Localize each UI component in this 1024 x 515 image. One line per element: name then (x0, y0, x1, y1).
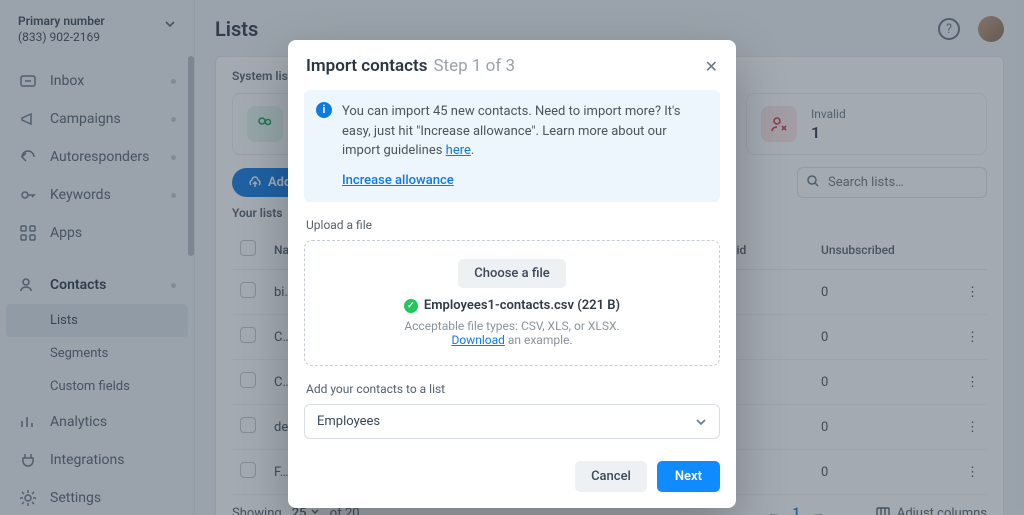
info-banner: i You can import 45 new contacts. Need t… (304, 90, 720, 202)
chevron-down-icon (695, 416, 707, 428)
info-icon: i (316, 102, 332, 118)
add-to-list-label: Add your contacts to a list (306, 382, 718, 396)
close-icon[interactable]: ✕ (705, 57, 718, 76)
import-contacts-modal: Import contactsStep 1 of 3 ✕ i You can i… (288, 40, 736, 508)
info-here-link[interactable]: here (446, 143, 471, 158)
modal-backdrop[interactable]: Import contactsStep 1 of 3 ✕ i You can i… (0, 0, 1024, 515)
next-button[interactable]: Next (657, 461, 720, 492)
selected-list: Employees (317, 414, 380, 429)
modal-step: Step 1 of 3 (433, 56, 515, 76)
upload-dropzone[interactable]: Choose a file ✓ Employees1-contacts.csv … (304, 240, 720, 366)
cancel-button[interactable]: Cancel (575, 461, 647, 492)
uploaded-file-name: Employees1-contacts.csv (221 B) (424, 298, 620, 313)
file-hint: Acceptable file types: CSV, XLS, or XLSX… (317, 319, 707, 347)
choose-file-button[interactable]: Choose a file (458, 259, 565, 288)
upload-label: Upload a file (306, 218, 718, 232)
list-select[interactable]: Employees (304, 404, 720, 439)
info-text: You can import 45 new contacts. Need to … (342, 104, 680, 158)
check-icon: ✓ (404, 299, 418, 313)
increase-allowance-link[interactable]: Increase allowance (342, 171, 706, 191)
download-example-link[interactable]: Download (451, 333, 504, 347)
modal-title: Import contactsStep 1 of 3 (306, 56, 515, 76)
